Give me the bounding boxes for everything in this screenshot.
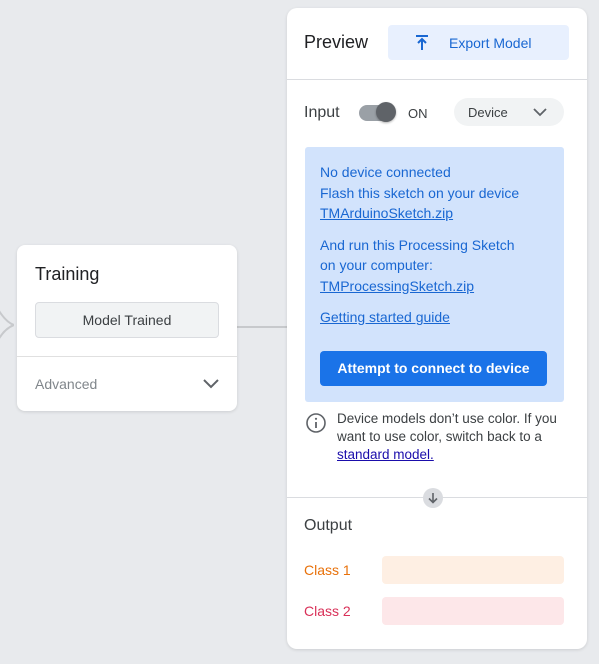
no-device-text: No device connected (320, 164, 451, 180)
advanced-label: Advanced (35, 376, 98, 392)
info-message: Device models don’t use color. If you wa… (337, 411, 557, 444)
advanced-toggle[interactable]: Advanced (17, 357, 237, 411)
toggle-knob (376, 102, 396, 122)
info-text: Device models don’t use color. If you wa… (337, 410, 570, 464)
standard-model-link[interactable]: standard model. (337, 447, 434, 462)
output-class-row: Class 1 (304, 556, 564, 584)
chevron-down-icon (203, 379, 219, 389)
upload-icon (416, 34, 428, 50)
info-note: Device models don’t use color. If you wa… (305, 410, 570, 464)
input-source-value: Device (468, 104, 508, 120)
input-source-select[interactable]: Device (454, 98, 564, 126)
class-confidence-bar (382, 597, 564, 625)
getting-started-link[interactable]: Getting started guide (320, 309, 450, 325)
processing-sketch-link[interactable]: TMProcessingSketch.zip (320, 278, 474, 294)
input-row: Input ON Device (304, 98, 564, 128)
connector-curve (0, 310, 14, 339)
training-card: Training Model Trained Advanced (17, 245, 237, 411)
export-model-button[interactable]: Export Model (388, 25, 569, 60)
output-title: Output (304, 517, 353, 534)
class-label: Class 2 (304, 603, 351, 619)
input-label: Input (304, 104, 340, 121)
class-label: Class 1 (304, 562, 351, 578)
arduino-sketch-link[interactable]: TMArduinoSketch.zip (320, 205, 453, 221)
canvas: Training Model Trained Advanced Preview … (0, 0, 599, 664)
connector-line (236, 326, 288, 328)
info-icon (306, 413, 326, 433)
arrow-down-icon (423, 488, 443, 508)
on-computer-text: on your computer: (320, 257, 433, 273)
output-class-row: Class 2 (304, 597, 564, 625)
training-title: Training (35, 264, 100, 284)
model-trained-button[interactable]: Model Trained (35, 302, 219, 338)
device-connection-box: No device connected Flash this sketch on… (305, 147, 564, 402)
toggle-state-label: ON (408, 105, 428, 121)
chevron-down-icon (533, 108, 547, 117)
class-confidence-bar (382, 556, 564, 584)
preview-panel: Preview Export Model Input ON Device No … (287, 8, 587, 649)
export-model-label: Export Model (449, 34, 532, 51)
connect-device-button[interactable]: Attempt to connect to device (320, 351, 547, 386)
input-toggle[interactable] (359, 102, 396, 122)
preview-header: Preview Export Model (287, 8, 587, 80)
flash-sketch-text: Flash this sketch on your device (320, 184, 520, 201)
processing-sketch-text: And run this Processing Sketch (320, 236, 515, 253)
preview-title: Preview (304, 32, 369, 52)
